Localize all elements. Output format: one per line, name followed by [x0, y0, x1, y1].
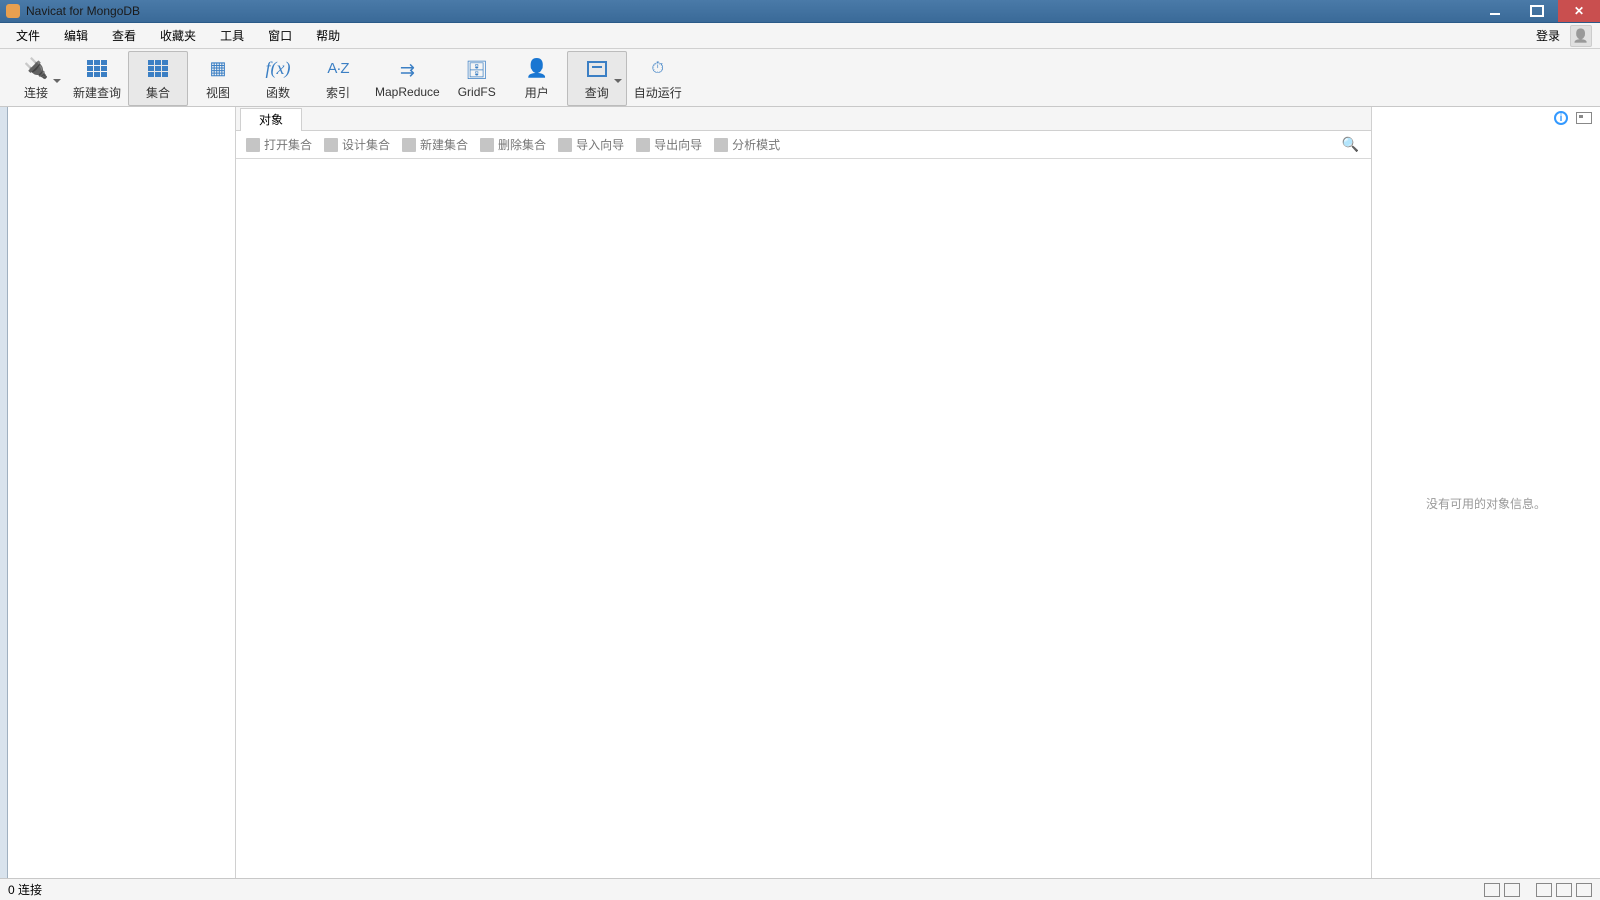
info-icon[interactable] — [1554, 111, 1568, 125]
search-icon[interactable]: 🔍 — [1342, 136, 1365, 153]
view-mode-right-icon[interactable] — [1576, 883, 1592, 897]
info-empty-text: 没有可用的对象信息。 — [1426, 495, 1546, 512]
tab-bar: 对象 — [236, 107, 1371, 131]
main-toolbar: 🔌 连接 新建查询 集合 ▦ 视图 f(x) 函数 A·Z 索引 ⇉ MapRe… — [0, 49, 1600, 107]
export-icon — [636, 138, 650, 152]
window-title: Navicat for MongoDB — [26, 4, 140, 18]
mapreduce-icon: ⇉ — [393, 58, 421, 82]
function-icon: f(x) — [264, 57, 292, 81]
menu-file[interactable]: 文件 — [4, 23, 52, 49]
login-link[interactable]: 登录 — [1530, 23, 1566, 49]
index-icon: A·Z — [324, 57, 352, 81]
toolbar-connect-label: 连接 — [24, 84, 48, 101]
minimize-button[interactable] — [1474, 0, 1516, 22]
title-bar: Navicat for MongoDB — [0, 0, 1600, 23]
info-panel: 没有可用的对象信息。 — [1372, 107, 1600, 878]
menu-tools[interactable]: 工具 — [208, 23, 256, 49]
new-query-icon — [83, 57, 111, 81]
toolbar-user-label: 用户 — [525, 84, 549, 101]
menu-bar: 文件 编辑 查看 收藏夹 工具 窗口 帮助 登录 — [0, 23, 1600, 49]
gridfs-icon: 🗄 — [463, 58, 491, 82]
toolbar-query[interactable]: 查询 — [567, 51, 627, 106]
plug-icon: 🔌 — [22, 57, 50, 81]
maximize-button[interactable] — [1516, 0, 1558, 22]
status-connections: 0 连接 — [8, 881, 42, 898]
new-icon — [402, 138, 416, 152]
new-collection-button[interactable]: 新建集合 — [398, 136, 472, 153]
view-mode-list-icon[interactable] — [1504, 883, 1520, 897]
open-icon — [246, 138, 260, 152]
toolbar-new-query[interactable]: 新建查询 — [66, 51, 128, 106]
main-area: 对象 打开集合 设计集合 新建集合 删除集合 导入向导 导出向导 分析模式 🔍 … — [0, 107, 1600, 878]
analyze-icon — [714, 138, 728, 152]
toolbar-connect[interactable]: 🔌 连接 — [6, 51, 66, 106]
open-collection-button[interactable]: 打开集合 — [242, 136, 316, 153]
toolbar-view-label: 视图 — [206, 84, 230, 101]
toolbar-mapreduce[interactable]: ⇉ MapReduce — [368, 51, 447, 106]
center-panel: 对象 打开集合 设计集合 新建集合 删除集合 导入向导 导出向导 分析模式 🔍 — [236, 107, 1372, 878]
toolbar-function-label: 函数 — [266, 84, 290, 101]
menu-help[interactable]: 帮助 — [304, 23, 352, 49]
toolbar-new-query-label: 新建查询 — [73, 84, 121, 101]
delete-icon — [480, 138, 494, 152]
status-bar: 0 连接 — [0, 878, 1600, 900]
import-wizard-button[interactable]: 导入向导 — [554, 136, 628, 153]
view-icon: ▦ — [204, 57, 232, 81]
view-mode-detail-icon[interactable] — [1536, 883, 1552, 897]
toolbar-gridfs[interactable]: 🗄 GridFS — [447, 51, 507, 106]
object-toolbar: 打开集合 设计集合 新建集合 删除集合 导入向导 导出向导 分析模式 🔍 — [236, 131, 1371, 159]
design-icon — [324, 138, 338, 152]
view-mode-split-icon[interactable] — [1556, 883, 1572, 897]
navigation-panel[interactable] — [8, 107, 236, 878]
toolbar-function[interactable]: f(x) 函数 — [248, 51, 308, 106]
toolbar-autorun[interactable]: ⏱ 自动运行 — [627, 51, 689, 106]
tab-objects[interactable]: 对象 — [240, 108, 302, 131]
toolbar-mapreduce-label: MapReduce — [375, 85, 440, 99]
toolbar-autorun-label: 自动运行 — [634, 84, 682, 101]
toolbar-gridfs-label: GridFS — [458, 85, 496, 99]
object-list-area — [236, 159, 1371, 878]
collection-icon — [144, 57, 172, 81]
toolbar-query-label: 查询 — [585, 84, 609, 101]
toolbar-view[interactable]: ▦ 视图 — [188, 51, 248, 106]
menu-edit[interactable]: 编辑 — [52, 23, 100, 49]
design-collection-button[interactable]: 设计集合 — [320, 136, 394, 153]
query-icon — [583, 57, 611, 81]
toolbar-collection-label: 集合 — [146, 84, 170, 101]
avatar-icon[interactable] — [1570, 25, 1592, 47]
toolbar-index-label: 索引 — [326, 84, 350, 101]
menu-view[interactable]: 查看 — [100, 23, 148, 49]
autorun-icon: ⏱ — [644, 57, 672, 81]
analyze-schema-button[interactable]: 分析模式 — [710, 136, 784, 153]
toolbar-collection[interactable]: 集合 — [128, 51, 188, 106]
view-mode-grid-icon[interactable] — [1484, 883, 1500, 897]
menu-favorites[interactable]: 收藏夹 — [148, 23, 208, 49]
menu-window[interactable]: 窗口 — [256, 23, 304, 49]
user-icon: 👤 — [523, 57, 551, 81]
import-icon — [558, 138, 572, 152]
app-icon — [6, 4, 20, 18]
left-gutter — [0, 107, 8, 878]
toolbar-index[interactable]: A·Z 索引 — [308, 51, 368, 106]
detail-card-icon[interactable] — [1576, 112, 1592, 124]
close-button[interactable] — [1558, 0, 1600, 22]
delete-collection-button[interactable]: 删除集合 — [476, 136, 550, 153]
toolbar-user[interactable]: 👤 用户 — [507, 51, 567, 106]
export-wizard-button[interactable]: 导出向导 — [632, 136, 706, 153]
